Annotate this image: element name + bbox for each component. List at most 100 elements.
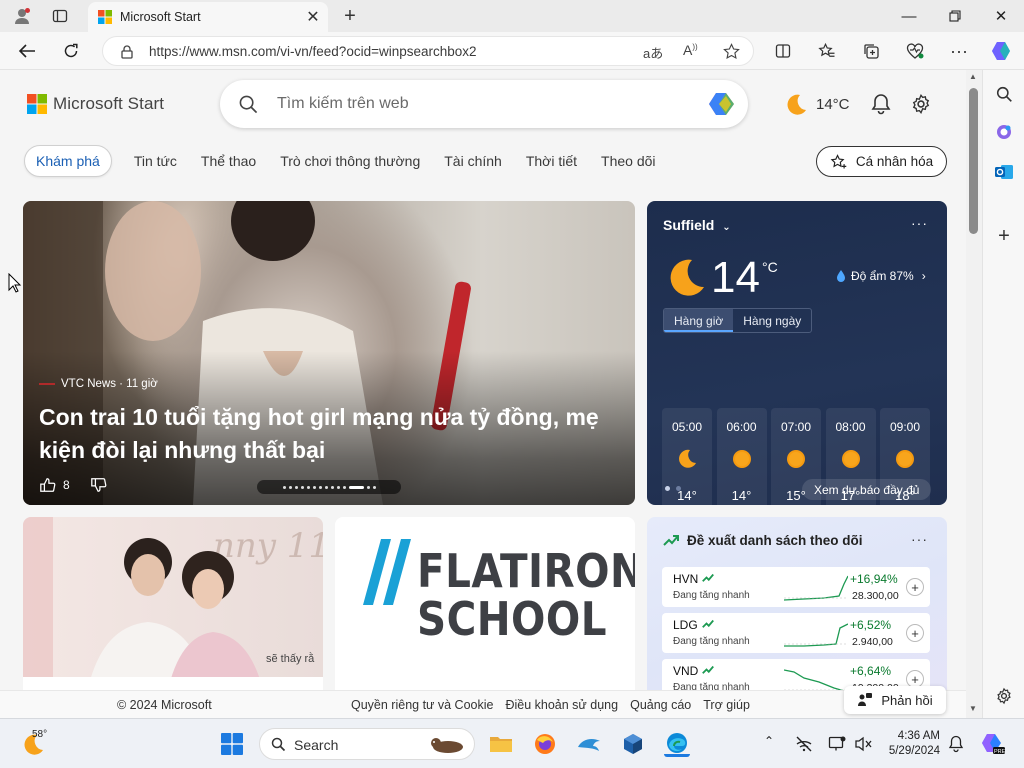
footer-link-privacy[interactable]: Quyền riêng tư và Cookie (351, 698, 493, 712)
carousel-dot[interactable] (318, 485, 322, 489)
full-forecast-button[interactable]: Xem dự báo đầy đủ (802, 479, 932, 500)
scrollbar-thumb[interactable] (969, 88, 978, 234)
tab-actions-icon[interactable] (46, 4, 74, 28)
carousel-dot[interactable] (372, 485, 376, 489)
virtualbox-icon[interactable] (620, 731, 646, 757)
back-button[interactable] (14, 38, 40, 64)
collections-icon[interactable] (858, 38, 884, 64)
microsoft-start-logo[interactable]: Microsoft Start (27, 94, 164, 114)
favorites-icon[interactable] (814, 38, 840, 64)
nav-item-explore[interactable]: Khám phá (24, 145, 112, 177)
weather-humidity[interactable]: Độ ẩm 87% › (835, 269, 926, 283)
read-aloud-icon[interactable]: aあ (643, 43, 663, 62)
new-tab-button[interactable]: + (338, 4, 362, 28)
feedback-button[interactable]: Phản hồi (844, 686, 946, 714)
page-scrollbar[interactable]: ▲ ▼ (966, 70, 982, 718)
weather-location[interactable]: Suffield ⌄ (663, 217, 731, 233)
copilot-icon[interactable] (708, 91, 736, 117)
nav-item-casual-games[interactable]: Trò chơi thông thường (280, 153, 420, 169)
carousel-dot[interactable] (366, 485, 370, 489)
lock-icon[interactable] (121, 45, 133, 59)
notification-bell-icon[interactable] (870, 93, 892, 115)
carousel-dot[interactable] (330, 485, 334, 489)
nav-item-following[interactable]: Theo dõi (601, 153, 655, 169)
carousel-dot[interactable] (282, 485, 286, 489)
volume-icon[interactable] (850, 731, 876, 757)
scroll-down-icon[interactable]: ▼ (969, 704, 977, 713)
sidebar-outlook-icon[interactable] (992, 160, 1016, 184)
carousel-dot[interactable] (306, 485, 310, 489)
firefox-icon[interactable] (532, 731, 558, 757)
copilot-preview-icon[interactable]: PRE (980, 731, 1006, 757)
file-explorer-icon[interactable] (488, 731, 514, 757)
carousel-dot[interactable] (294, 485, 298, 489)
network-icon[interactable] (791, 731, 817, 757)
header-weather[interactable]: 14°C (784, 92, 850, 116)
web-search-box[interactable]: Tìm kiếm trên web (220, 80, 748, 128)
ad-card-flatiron[interactable]: FLATIRON SCHOOL (335, 517, 635, 718)
settings-gear-icon[interactable] (910, 93, 932, 115)
scroll-up-icon[interactable]: ▲ (969, 72, 977, 81)
minimize-button[interactable]: — (886, 0, 932, 32)
hero-article-card[interactable]: VTC News · 11 giờ Con trai 10 tuổi tặng … (23, 201, 635, 505)
carousel-dot[interactable] (324, 485, 328, 489)
hero-title[interactable]: Con trai 10 tuổi tặng hot girl mạng nửa … (39, 401, 629, 467)
copilot-icon[interactable] (988, 38, 1014, 64)
footer-link-ads[interactable]: Quảng cáo (630, 698, 691, 712)
carousel-dot[interactable] (312, 485, 316, 489)
settings-more-icon[interactable]: ··· (946, 38, 972, 64)
sidebar-settings-icon[interactable] (992, 684, 1016, 708)
nav-item-sports[interactable]: Thể thao (201, 153, 256, 169)
sidebar-copilot-icon[interactable] (992, 120, 1016, 144)
stock-row[interactable]: LDG Đang tăng nhanh +6,52% 2.940,00 + (662, 613, 930, 653)
profile-icon[interactable] (8, 4, 36, 28)
close-window-button[interactable]: ✕ (978, 0, 1024, 32)
sidebar-add-icon[interactable]: + (992, 224, 1016, 248)
add-stock-button[interactable]: + (906, 578, 924, 596)
nav-item-news[interactable]: Tin tức (134, 153, 177, 169)
edge-taskbar-icon[interactable] (664, 731, 690, 757)
carousel-dot[interactable] (300, 485, 304, 489)
carousel-dot[interactable] (336, 485, 340, 489)
immersive-reader-icon[interactable]: A)) (683, 42, 698, 58)
weather-pager[interactable] (665, 486, 681, 491)
system-clock[interactable]: 4:36 AM 5/29/2024 (880, 729, 940, 759)
notifications-bell-icon[interactable] (943, 731, 969, 757)
weather-more-icon[interactable]: ··· (911, 215, 928, 231)
browser-essentials-icon[interactable] (902, 38, 928, 64)
nav-item-weather[interactable]: Thời tiết (526, 153, 577, 169)
show-hidden-icons[interactable]: ⌃ (764, 734, 774, 748)
address-bar[interactable]: https://www.msn.com/vi-vn/feed?ocid=winp… (102, 36, 754, 66)
carousel-dot[interactable] (342, 485, 346, 489)
tab-daily[interactable]: Hàng ngày (733, 309, 811, 332)
stock-row[interactable]: HVN Đang tăng nhanh +16,94% 28.300,00 + (662, 567, 930, 607)
watchlist-more-icon[interactable]: ··· (911, 531, 928, 547)
tab-microsoft-start[interactable]: Microsoft Start ✕ (88, 2, 328, 32)
hourly-forecast-item[interactable]: 06:0014°💧 0% (716, 408, 767, 505)
thumbs-up-icon[interactable] (39, 476, 57, 494)
add-stock-button[interactable]: + (906, 624, 924, 642)
dolphin-app-icon[interactable] (576, 731, 602, 757)
carousel-dot[interactable] (288, 485, 292, 489)
refresh-button[interactable] (58, 38, 84, 64)
sidebar-search-icon[interactable] (992, 82, 1016, 106)
personalize-button[interactable]: Cá nhân hóa (816, 146, 947, 177)
footer-link-terms[interactable]: Điều khoản sử dụng (505, 698, 618, 712)
favorite-star-icon[interactable] (723, 43, 740, 60)
nav-item-finance[interactable]: Tài chính (444, 153, 502, 169)
thumbs-down-icon[interactable] (90, 476, 108, 494)
taskbar-search[interactable]: Search (259, 728, 475, 760)
maximize-button[interactable] (932, 0, 978, 32)
tab-hourly[interactable]: Hàng giờ (664, 309, 734, 332)
close-tab-icon[interactable]: ✕ (302, 6, 324, 28)
pager-dot[interactable] (665, 486, 670, 491)
pager-dot[interactable] (676, 486, 681, 491)
carousel-pager[interactable] (257, 480, 401, 494)
display-icon[interactable] (824, 731, 850, 757)
news-card-couple[interactable]: nny 11 sẽ thấy rằ (23, 517, 323, 718)
weather-card[interactable]: Suffield ⌄ ··· 14 °C Độ ẩm 87% › Hàng gi… (647, 201, 947, 505)
carousel-dot[interactable] (348, 485, 364, 489)
start-button[interactable] (219, 731, 245, 757)
split-screen-icon[interactable] (770, 38, 796, 64)
footer-link-help[interactable]: Trợ giúp (703, 698, 750, 712)
